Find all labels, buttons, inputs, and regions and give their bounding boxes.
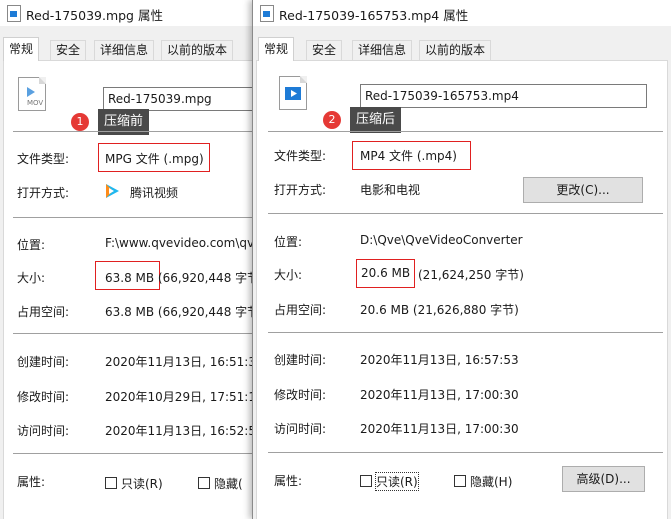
- separator: [268, 131, 663, 132]
- mov-badge-text: MOV: [27, 99, 44, 107]
- separator: [268, 452, 663, 453]
- change-button[interactable]: 更改(C)...: [523, 177, 643, 203]
- file-icon: [7, 5, 21, 22]
- readonly-label: 只读(R): [121, 477, 163, 491]
- file-type-value: MPG 文件 (.mpg): [105, 152, 204, 166]
- attributes-label: 属性:: [17, 475, 46, 489]
- size-value: 20.6 MB: [361, 266, 411, 280]
- modified-label: 修改时间:: [17, 390, 70, 404]
- file-type-label: 文件类型:: [274, 149, 327, 163]
- separator: [268, 213, 663, 214]
- callout-label: 压缩后: [350, 107, 402, 133]
- title-bar[interactable]: Red-175039-165753.mp4 属性: [253, 0, 671, 26]
- created-label: 创建时间:: [274, 353, 327, 367]
- general-panel: Red-175039-165753.mp4 2 压缩后 文件类型: MP4 文件…: [256, 60, 668, 519]
- separator: [13, 453, 260, 454]
- callout-number: 2: [323, 111, 341, 129]
- video-file-icon: [279, 76, 307, 110]
- file-type-value: MP4 文件 (.mp4): [360, 149, 457, 163]
- advanced-button[interactable]: 高级(D)...: [562, 466, 645, 492]
- tab-general[interactable]: 常规: [3, 37, 40, 61]
- size-on-disk-value: 63.8 MB (66,920,448 字节: [105, 305, 260, 319]
- tab-previous-versions[interactable]: 以前的版本: [419, 40, 492, 60]
- modified-value: 2020年11月13日, 17:00:30: [360, 388, 519, 402]
- separator: [13, 333, 260, 334]
- general-panel: MOV Red-175039.mpg 1 压缩前 文件类型: MPG 文件 (.…: [3, 60, 260, 519]
- tencent-video-icon: [106, 184, 119, 198]
- readonly-label: 只读(R): [375, 472, 419, 491]
- hidden-checkbox[interactable]: [198, 477, 210, 489]
- title-bar[interactable]: Red-175039.mpg 属性: [0, 0, 260, 26]
- accessed-label: 访问时间:: [274, 422, 327, 436]
- file-type-label: 文件类型:: [17, 152, 70, 166]
- tab-security[interactable]: 安全: [50, 40, 87, 60]
- readonly-checkbox[interactable]: [360, 475, 372, 487]
- open-with-value: 电影和电视: [360, 183, 421, 197]
- video-file-icon: MOV: [18, 77, 46, 111]
- open-with-value: 腾讯视频: [130, 186, 179, 200]
- attributes-label: 属性:: [274, 474, 303, 488]
- modified-label: 修改时间:: [274, 388, 327, 402]
- accessed-label: 访问时间:: [17, 424, 70, 438]
- window-title: Red-175039.mpg 属性: [26, 8, 163, 23]
- separator: [268, 332, 663, 333]
- tab-general[interactable]: 常规: [258, 37, 295, 61]
- window-title: Red-175039-165753.mp4 属性: [279, 8, 469, 23]
- separator: [13, 217, 260, 218]
- location-label: 位置:: [274, 235, 303, 249]
- tab-previous-versions[interactable]: 以前的版本: [161, 40, 234, 60]
- hidden-label: 隐藏(: [214, 477, 243, 491]
- size-on-disk-label: 占用空间:: [17, 305, 70, 319]
- location-value: D:\Qve\QveVideoConverter: [360, 233, 523, 247]
- properties-dialog-mpg: Red-175039.mpg 属性 常规 安全 详细信息 以前的版本 MOV R…: [0, 0, 260, 519]
- size-on-disk-label: 占用空间:: [274, 303, 327, 317]
- size-label: 大小:: [17, 271, 46, 285]
- size-bytes-value: (21,624,250 字节): [418, 268, 524, 282]
- separator: [13, 131, 260, 132]
- file-name-field[interactable]: Red-175039-165753.mp4: [360, 84, 647, 108]
- callout-number: 1: [71, 113, 89, 131]
- file-icon: [260, 5, 274, 22]
- tab-security[interactable]: 安全: [306, 40, 343, 60]
- created-label: 创建时间:: [17, 355, 70, 369]
- size-label: 大小:: [274, 268, 303, 282]
- accessed-value: 2020年11月13日, 16:52:5: [105, 424, 256, 438]
- readonly-checkbox[interactable]: [105, 477, 117, 489]
- tab-details[interactable]: 详细信息: [94, 40, 155, 60]
- modified-value: 2020年10月29日, 17:51:1: [105, 390, 256, 404]
- file-name-field[interactable]: Red-175039.mpg: [103, 87, 260, 111]
- properties-dialog-mp4: Red-175039-165753.mp4 属性 常规 安全 详细信息 以前的版…: [252, 0, 671, 519]
- size-on-disk-value: 20.6 MB (21,626,880 字节): [360, 303, 519, 317]
- open-with-label: 打开方式:: [274, 183, 327, 197]
- accessed-value: 2020年11月13日, 17:00:30: [360, 422, 519, 436]
- hidden-checkbox[interactable]: [454, 475, 466, 487]
- hidden-label: 隐藏(H): [470, 475, 513, 489]
- open-with-label: 打开方式:: [17, 186, 70, 200]
- location-value: F:\www.qvevideo.com\qv: [105, 236, 255, 250]
- location-label: 位置:: [17, 238, 46, 252]
- created-value: 2020年11月13日, 16:51:3: [105, 355, 256, 369]
- created-value: 2020年11月13日, 16:57:53: [360, 353, 519, 367]
- tab-details[interactable]: 详细信息: [352, 40, 413, 60]
- size-value: 63.8 MB (66,920,448 字节: [105, 271, 260, 285]
